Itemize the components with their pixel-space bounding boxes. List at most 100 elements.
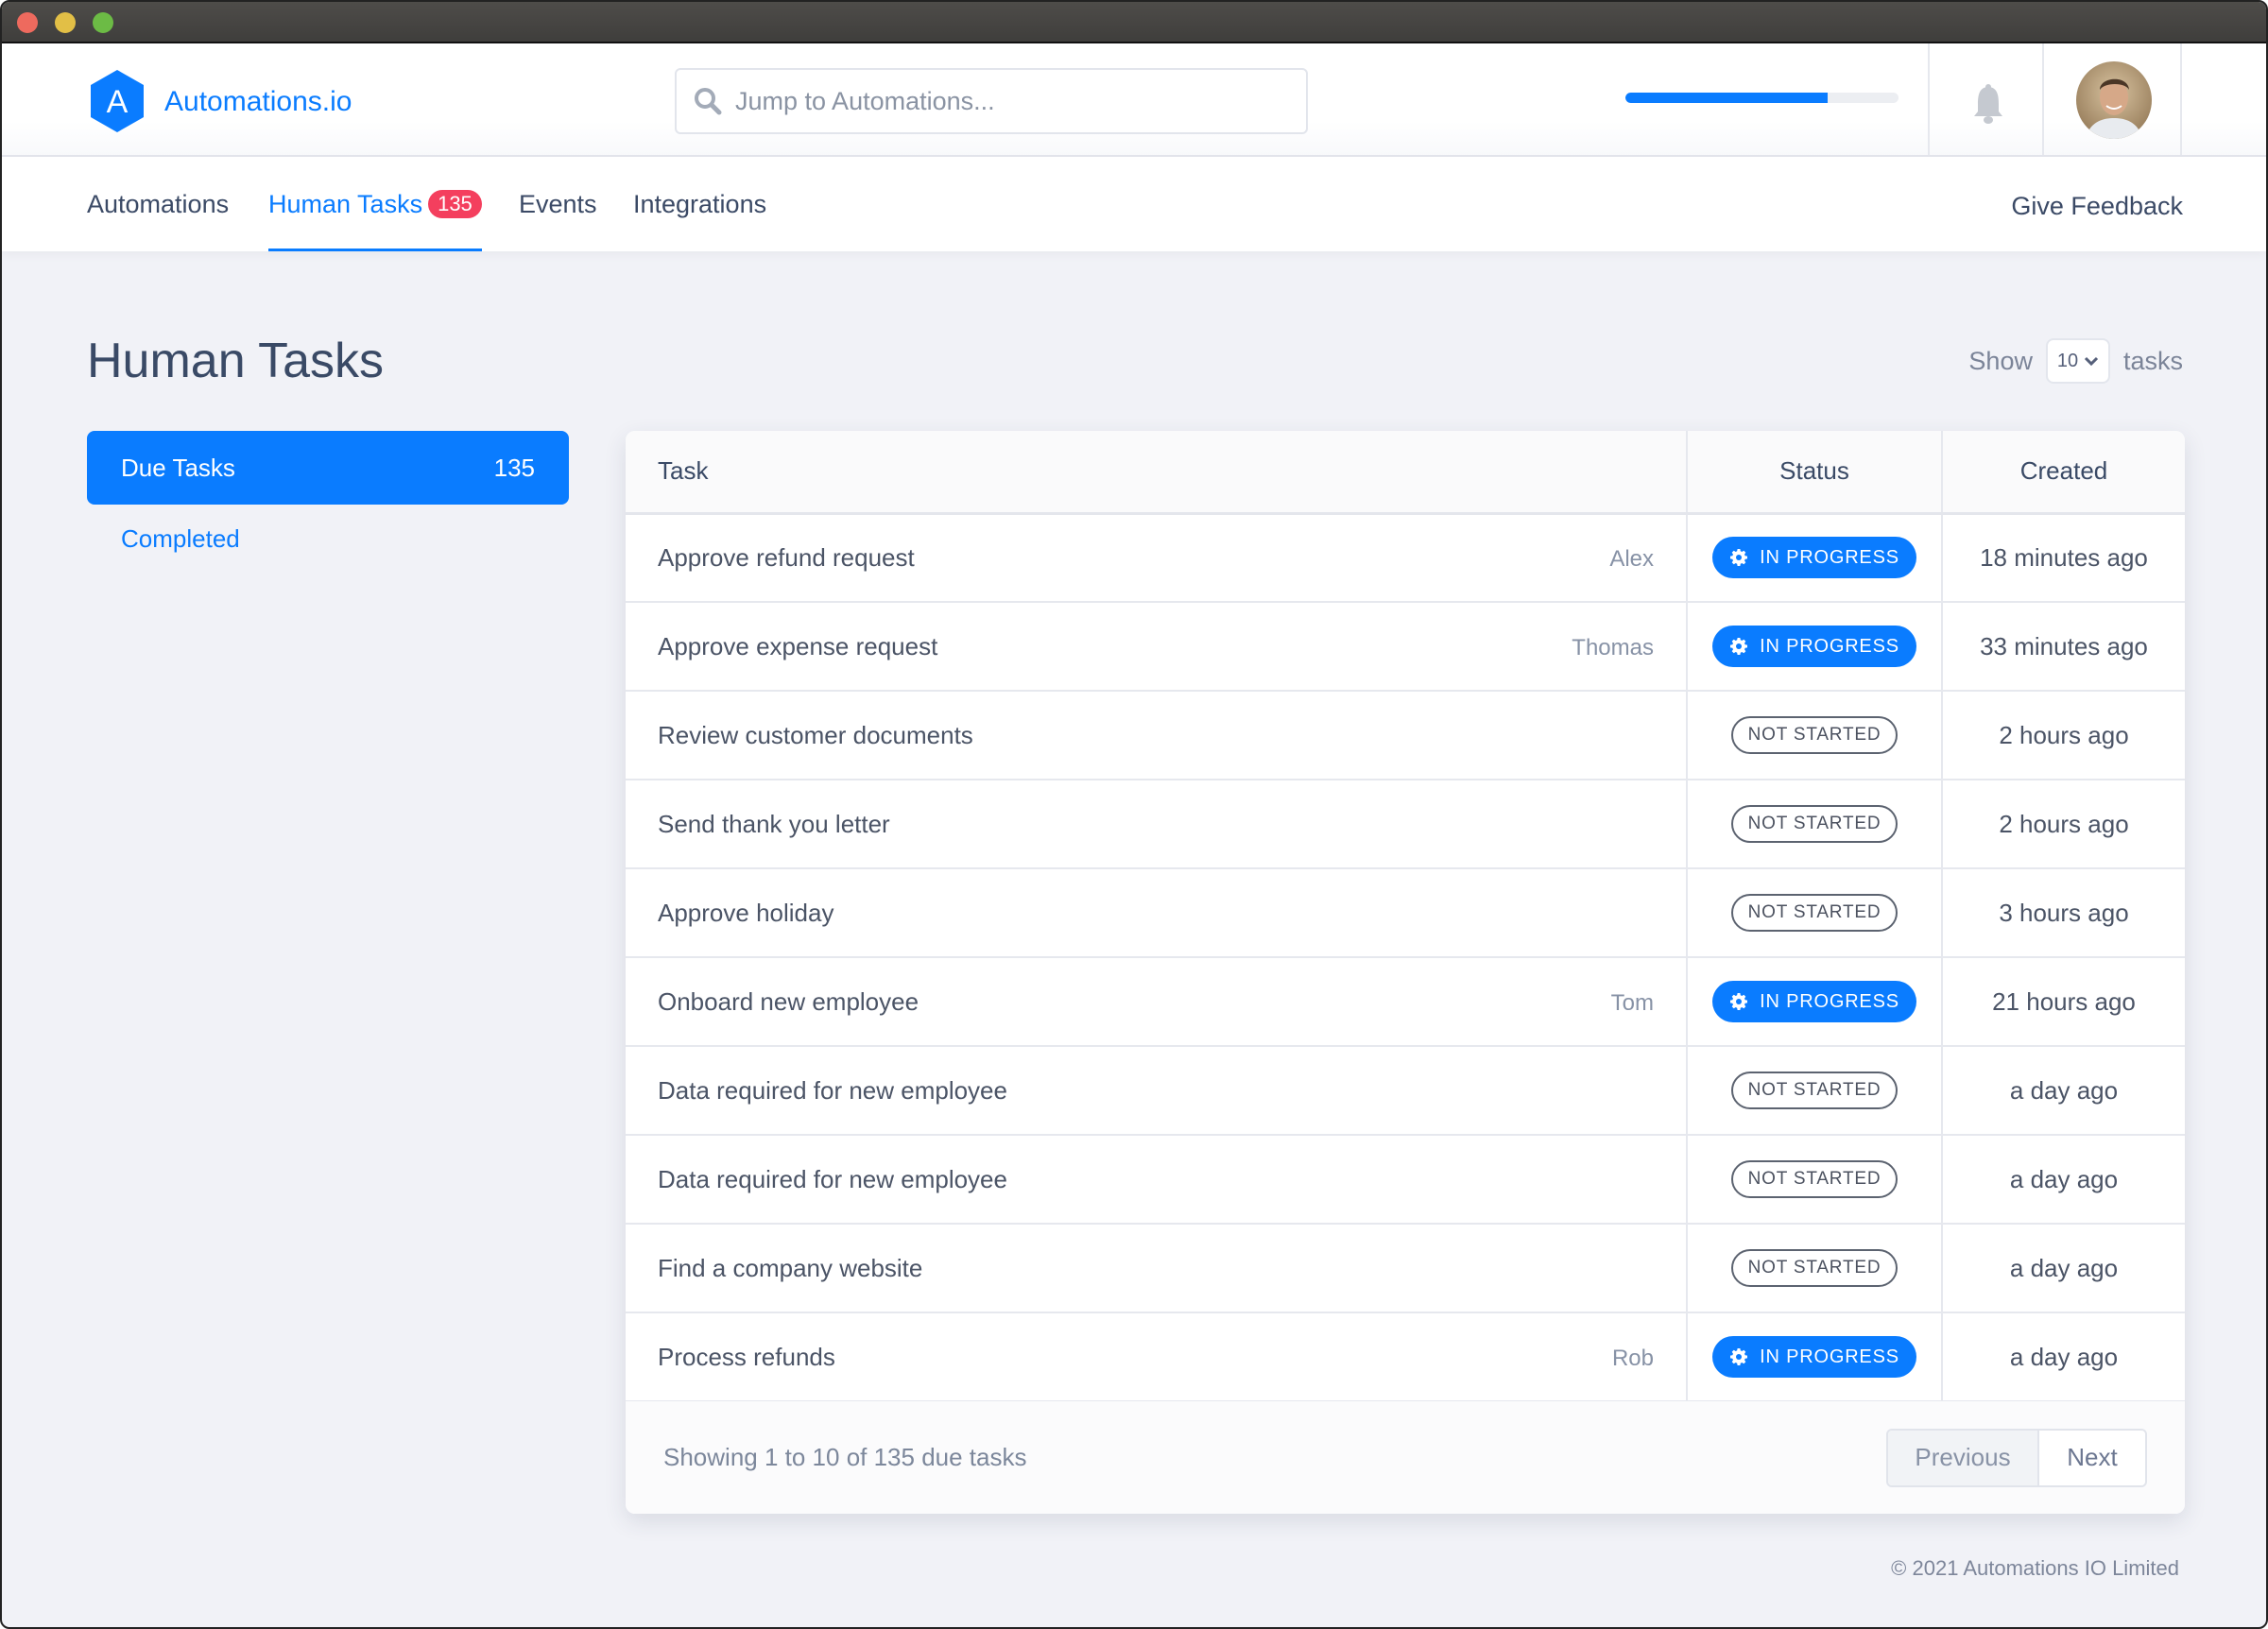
- status-cell: NOT STARTED: [1686, 1224, 1942, 1313]
- table-row[interactable]: Approve expense request Thomas IN PROGRESS…: [626, 602, 2185, 692]
- status-cell: IN PROGRESS: [1686, 602, 1942, 692]
- status-cell: IN PROGRESS: [1686, 1312, 1942, 1402]
- pagination-summary: Showing 1 to 10 of 135 due tasks: [663, 1443, 1027, 1471]
- brand-name[interactable]: Automations.io: [164, 85, 352, 119]
- created-cell: 33 minutes ago: [1941, 602, 2185, 692]
- status-cell: NOT STARTED: [1686, 691, 1942, 780]
- bell-icon[interactable]: [1971, 83, 2005, 125]
- task-cell[interactable]: Onboard new employee Tom: [626, 957, 1687, 1047]
- status-label: IN PROGRESS: [1760, 635, 1899, 657]
- next-page-button[interactable]: Next: [2039, 1430, 2145, 1485]
- task-cell[interactable]: Find a company website: [626, 1224, 1687, 1313]
- status-badge-not-started[interactable]: NOT STARTED: [1730, 1249, 1899, 1287]
- task-name[interactable]: Data required for new employee: [658, 1076, 1007, 1106]
- tasks-label: tasks: [2122, 346, 2183, 375]
- task-cell[interactable]: Data required for new employee: [626, 1135, 1687, 1225]
- header-divider: [2042, 43, 2044, 155]
- previous-page-button[interactable]: Previous: [1888, 1430, 2039, 1485]
- sidebar-item-count: 135: [493, 453, 535, 482]
- minimize-window-button[interactable]: [55, 12, 76, 33]
- task-name[interactable]: Process refunds: [658, 1343, 835, 1372]
- table-row[interactable]: Approve refund request Alex IN PROGRESS 18 …: [626, 513, 2185, 603]
- column-header-status[interactable]: Status: [1686, 431, 1942, 515]
- copyright: © 2021 Automations IO Limited: [1891, 1556, 2179, 1580]
- tab-label: Integrations: [633, 190, 767, 218]
- status-badge-in-progress[interactable]: IN PROGRESS: [1712, 537, 1916, 579]
- give-feedback-link[interactable]: Give Feedback: [2011, 157, 2183, 255]
- gear-icon: [1730, 1348, 1748, 1365]
- status-cell: NOT STARTED: [1686, 868, 1942, 958]
- status-label: NOT STARTED: [1747, 725, 1881, 745]
- status-label: NOT STARTED: [1747, 1080, 1881, 1100]
- task-cell[interactable]: Data required for new employee: [626, 1046, 1687, 1136]
- progress-fill: [1625, 93, 1828, 103]
- user-avatar[interactable]: [2076, 61, 2152, 139]
- task-name[interactable]: Send thank you letter: [658, 810, 890, 839]
- task-cell[interactable]: Process refunds Rob: [626, 1312, 1687, 1402]
- status-badge-not-started[interactable]: NOT STARTED: [1730, 894, 1899, 932]
- table-row[interactable]: Data required for new employee NOT STARTE…: [626, 1135, 2185, 1225]
- status-badge-in-progress[interactable]: IN PROGRESS: [1712, 1336, 1916, 1378]
- task-cell[interactable]: Approve refund request Alex: [626, 513, 1687, 603]
- column-header-created[interactable]: Created: [1941, 431, 2185, 515]
- table-row[interactable]: Data required for new employee NOT STARTE…: [626, 1046, 2185, 1136]
- sidebar-item-due-tasks[interactable]: Due Tasks 135: [87, 431, 569, 505]
- column-header-task[interactable]: Task: [626, 431, 1687, 515]
- task-name[interactable]: Data required for new employee: [658, 1165, 1007, 1194]
- status-badge-not-started[interactable]: NOT STARTED: [1730, 1160, 1899, 1198]
- tab-events[interactable]: Events: [519, 157, 597, 251]
- status-badge-not-started[interactable]: NOT STARTED: [1730, 716, 1899, 754]
- status-badge-in-progress[interactable]: IN PROGRESS: [1712, 626, 1916, 667]
- created-cell: 21 hours ago: [1941, 957, 2185, 1047]
- close-window-button[interactable]: [17, 12, 38, 33]
- top-header: A Automations.io: [2, 43, 2266, 157]
- created-cell: 18 minutes ago: [1941, 513, 2185, 603]
- chevron-down-icon: [2085, 356, 2099, 367]
- tab-integrations[interactable]: Integrations: [633, 157, 766, 251]
- table-row[interactable]: Approve holiday NOT STARTED 3 hours ago: [626, 868, 2185, 958]
- status-label: NOT STARTED: [1747, 1258, 1881, 1277]
- status-label: NOT STARTED: [1747, 902, 1881, 922]
- search-icon: [695, 88, 722, 115]
- table-row[interactable]: Review customer documents NOT STARTED 2 ho…: [626, 691, 2185, 780]
- task-name[interactable]: Approve holiday: [658, 899, 833, 928]
- progress-bar: [1625, 93, 1899, 103]
- task-name[interactable]: Approve expense request: [658, 632, 937, 661]
- svg-text:A: A: [107, 84, 129, 120]
- header-divider: [1928, 43, 1930, 155]
- tab-human-tasks[interactable]: Human Tasks 135: [268, 157, 482, 251]
- tab-automations[interactable]: Automations: [87, 157, 229, 251]
- task-name[interactable]: Find a company website: [658, 1254, 922, 1283]
- table-row[interactable]: Process refunds Rob IN PROGRESS a day ago: [626, 1312, 2185, 1402]
- created-cell: a day ago: [1941, 1224, 2185, 1313]
- task-name[interactable]: Onboard new employee: [658, 987, 919, 1017]
- tab-label: Automations: [87, 190, 230, 218]
- sidebar-item-label: Due Tasks: [121, 453, 235, 482]
- status-label: NOT STARTED: [1747, 1169, 1881, 1189]
- status-badge-not-started[interactable]: NOT STARTED: [1730, 1072, 1899, 1109]
- maximize-window-button[interactable]: [93, 12, 113, 33]
- task-cell[interactable]: Approve holiday: [626, 868, 1687, 958]
- task-name[interactable]: Review customer documents: [658, 721, 973, 750]
- created-cell: a day ago: [1941, 1135, 2185, 1225]
- search-box[interactable]: [675, 68, 1308, 134]
- status-badge-in-progress[interactable]: IN PROGRESS: [1712, 981, 1916, 1022]
- page-size-value: 10: [2056, 350, 2079, 371]
- status-badge-not-started[interactable]: NOT STARTED: [1730, 805, 1899, 843]
- task-cell[interactable]: Approve expense request Thomas: [626, 602, 1687, 692]
- table-row[interactable]: Send thank you letter NOT STARTED 2 hours …: [626, 780, 2185, 869]
- table-row[interactable]: Onboard new employee Tom IN PROGRESS 21 hou…: [626, 957, 2185, 1047]
- task-cell[interactable]: Send thank you letter: [626, 780, 1687, 869]
- search-input[interactable]: [735, 86, 1264, 116]
- task-name[interactable]: Approve refund request: [658, 543, 915, 573]
- gear-icon: [1730, 638, 1748, 655]
- avatar-photo: [2076, 61, 2152, 139]
- table-row[interactable]: Find a company website NOT STARTED a day a…: [626, 1224, 2185, 1313]
- status-label: NOT STARTED: [1747, 814, 1881, 833]
- sidebar-item-completed[interactable]: Completed: [121, 524, 240, 554]
- page-size-select[interactable]: 10: [2045, 338, 2110, 384]
- task-cell[interactable]: Review customer documents: [626, 691, 1687, 780]
- created-cell: 2 hours ago: [1941, 691, 2185, 780]
- table-footer: Showing 1 to 10 of 135 due tasks Previou…: [626, 1401, 2185, 1514]
- logo-icon[interactable]: A: [89, 70, 146, 132]
